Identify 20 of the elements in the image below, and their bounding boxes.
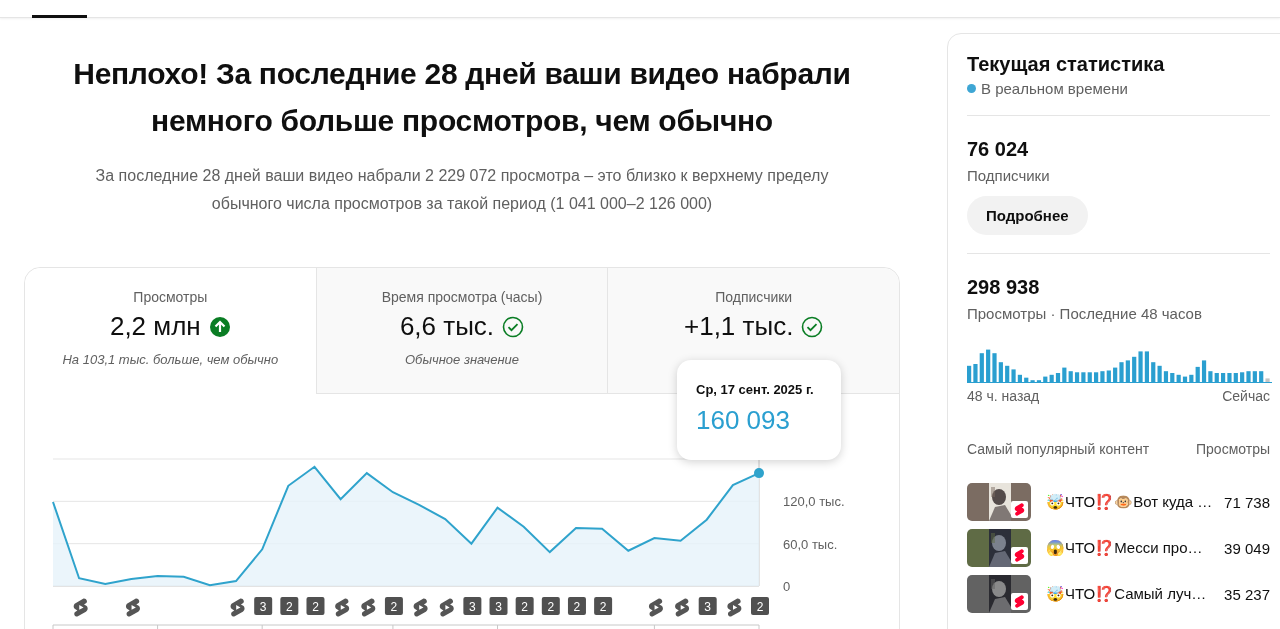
view-count: 298 938 [967, 276, 1041, 299]
stat-label: Просмотры · Последние 48 часов [967, 305, 1203, 322]
card-title: Текущая статистика [967, 53, 1166, 76]
axis-label: 120,0 тыс. [783, 494, 845, 510]
axis-label: Сейчас [1222, 388, 1270, 404]
headline: Неплохо! За последние 28 дней ваши видео набрали немного больше просмотров, чем обычно [72, 56, 852, 139]
view-count: 39 049 [1224, 539, 1270, 557]
axis-label: 48 ч. назад [967, 388, 1040, 404]
axis-label: 60,0 тыс. [783, 536, 838, 552]
tooltip-value: 160 093 [696, 405, 791, 436]
view-count: 35 237 [1224, 585, 1270, 603]
live-label: В реальном времени [981, 80, 1128, 97]
column-header: Просмотры [1196, 441, 1270, 457]
subscriber-count: 76 024 [967, 138, 1030, 161]
column-header: Самый популярный контент [967, 441, 1150, 457]
axis-label: 0 [783, 579, 791, 594]
tooltip-date: Ср, 17 сент. 2025 г. [696, 382, 815, 397]
summary-text: За последние 28 дней ваши видео набрали 2 229 072 просмотра – это близко к верхнему пределу обычного числа просмотров за такой период (1 041 000–2 126 000) [94, 166, 830, 214]
stat-label: Подписчики [967, 167, 1051, 184]
view-count: 71 738 [1224, 493, 1270, 511]
